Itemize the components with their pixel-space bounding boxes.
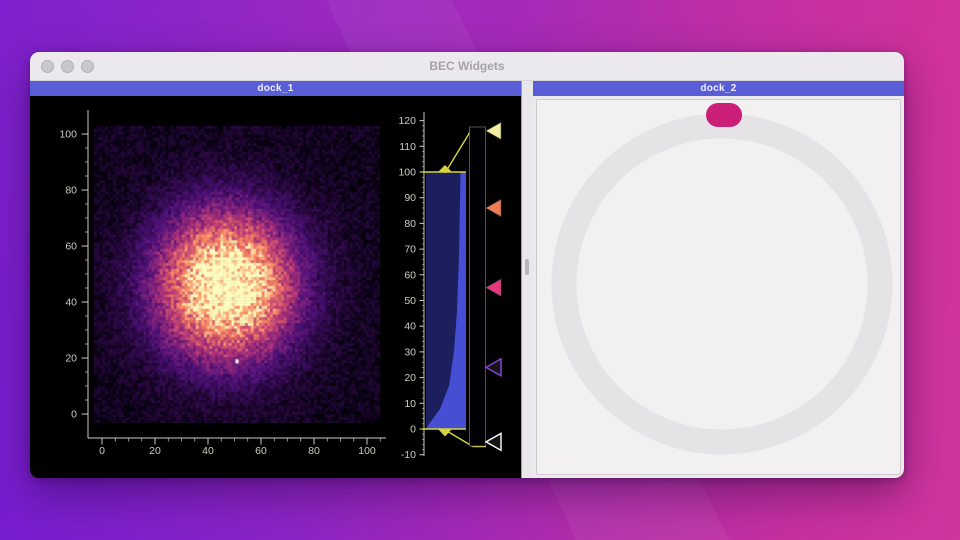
- ring-spinner: [537, 100, 901, 475]
- dock-2-title: dock_2: [700, 83, 736, 94]
- colormap-gradient-bar[interactable]: [470, 127, 486, 446]
- gradient-tick-marker[interactable]: [486, 199, 501, 216]
- histogram-axis-labels: 1201101009080706050403020100-10: [398, 115, 416, 461]
- svg-text:30: 30: [404, 346, 416, 358]
- svg-text:80: 80: [65, 185, 77, 197]
- svg-text:0: 0: [99, 445, 105, 457]
- dock-2: dock_2: [533, 81, 904, 478]
- svg-text:0: 0: [410, 424, 416, 436]
- svg-text:0: 0: [71, 409, 77, 421]
- svg-text:100: 100: [398, 167, 416, 179]
- dock-1: dock_1 020406080100020406080100120110100…: [30, 81, 521, 478]
- spinner-indicator: [706, 103, 742, 127]
- spinner-panel: [536, 99, 901, 475]
- svg-text:120: 120: [398, 115, 416, 127]
- dock-1-body: 0204060801000204060801001201101009080706…: [30, 96, 521, 478]
- svg-text:60: 60: [404, 269, 416, 281]
- plot-and-histogram-overlay: 0204060801000204060801001201101009080706…: [30, 96, 521, 478]
- spinner-track-ring: [564, 126, 880, 442]
- svg-text:20: 20: [404, 372, 416, 384]
- dock-1-header[interactable]: dock_1: [30, 81, 521, 96]
- svg-text:60: 60: [255, 445, 267, 457]
- svg-text:20: 20: [149, 445, 161, 457]
- dock-2-header[interactable]: dock_2: [533, 81, 904, 96]
- svg-text:40: 40: [404, 321, 416, 333]
- dock-splitter[interactable]: [521, 81, 533, 478]
- svg-text:20: 20: [65, 353, 77, 365]
- plot-tick-labels: 0 20 40 60 80 100 0 20 40 60 80 100: [59, 129, 375, 458]
- titlebar[interactable]: BEC Widgets: [30, 52, 904, 81]
- gradient-tick-marker[interactable]: [486, 433, 501, 450]
- gradient-tick-marker[interactable]: [486, 359, 501, 376]
- splitter-handle-icon: [525, 259, 529, 275]
- app-window: BEC Widgets dock_1 020406080100020406080…: [30, 52, 904, 478]
- histogram-lut: 1201101009080706050403020100-10: [398, 112, 501, 461]
- svg-text:110: 110: [399, 141, 416, 153]
- svg-text:50: 50: [404, 295, 416, 307]
- gradient-tick-marker[interactable]: [486, 122, 501, 139]
- svg-text:80: 80: [404, 218, 416, 230]
- gradient-tick-marker[interactable]: [486, 279, 501, 296]
- dock-2-body: [533, 96, 904, 478]
- svg-text:40: 40: [65, 297, 77, 309]
- window-title: BEC Widgets: [30, 59, 904, 73]
- svg-text:10: 10: [404, 398, 416, 410]
- plot-axes: [82, 110, 387, 445]
- svg-text:80: 80: [308, 445, 320, 457]
- histogram-axis: [420, 112, 425, 456]
- svg-text:100: 100: [59, 129, 77, 141]
- svg-text:-10: -10: [401, 449, 416, 461]
- svg-text:70: 70: [404, 244, 416, 256]
- svg-text:60: 60: [65, 241, 77, 253]
- svg-text:90: 90: [404, 192, 416, 204]
- svg-text:100: 100: [358, 445, 376, 457]
- svg-text:40: 40: [202, 445, 214, 457]
- dock-area: dock_1 020406080100020406080100120110100…: [30, 81, 904, 478]
- dock-1-title: dock_1: [257, 83, 293, 94]
